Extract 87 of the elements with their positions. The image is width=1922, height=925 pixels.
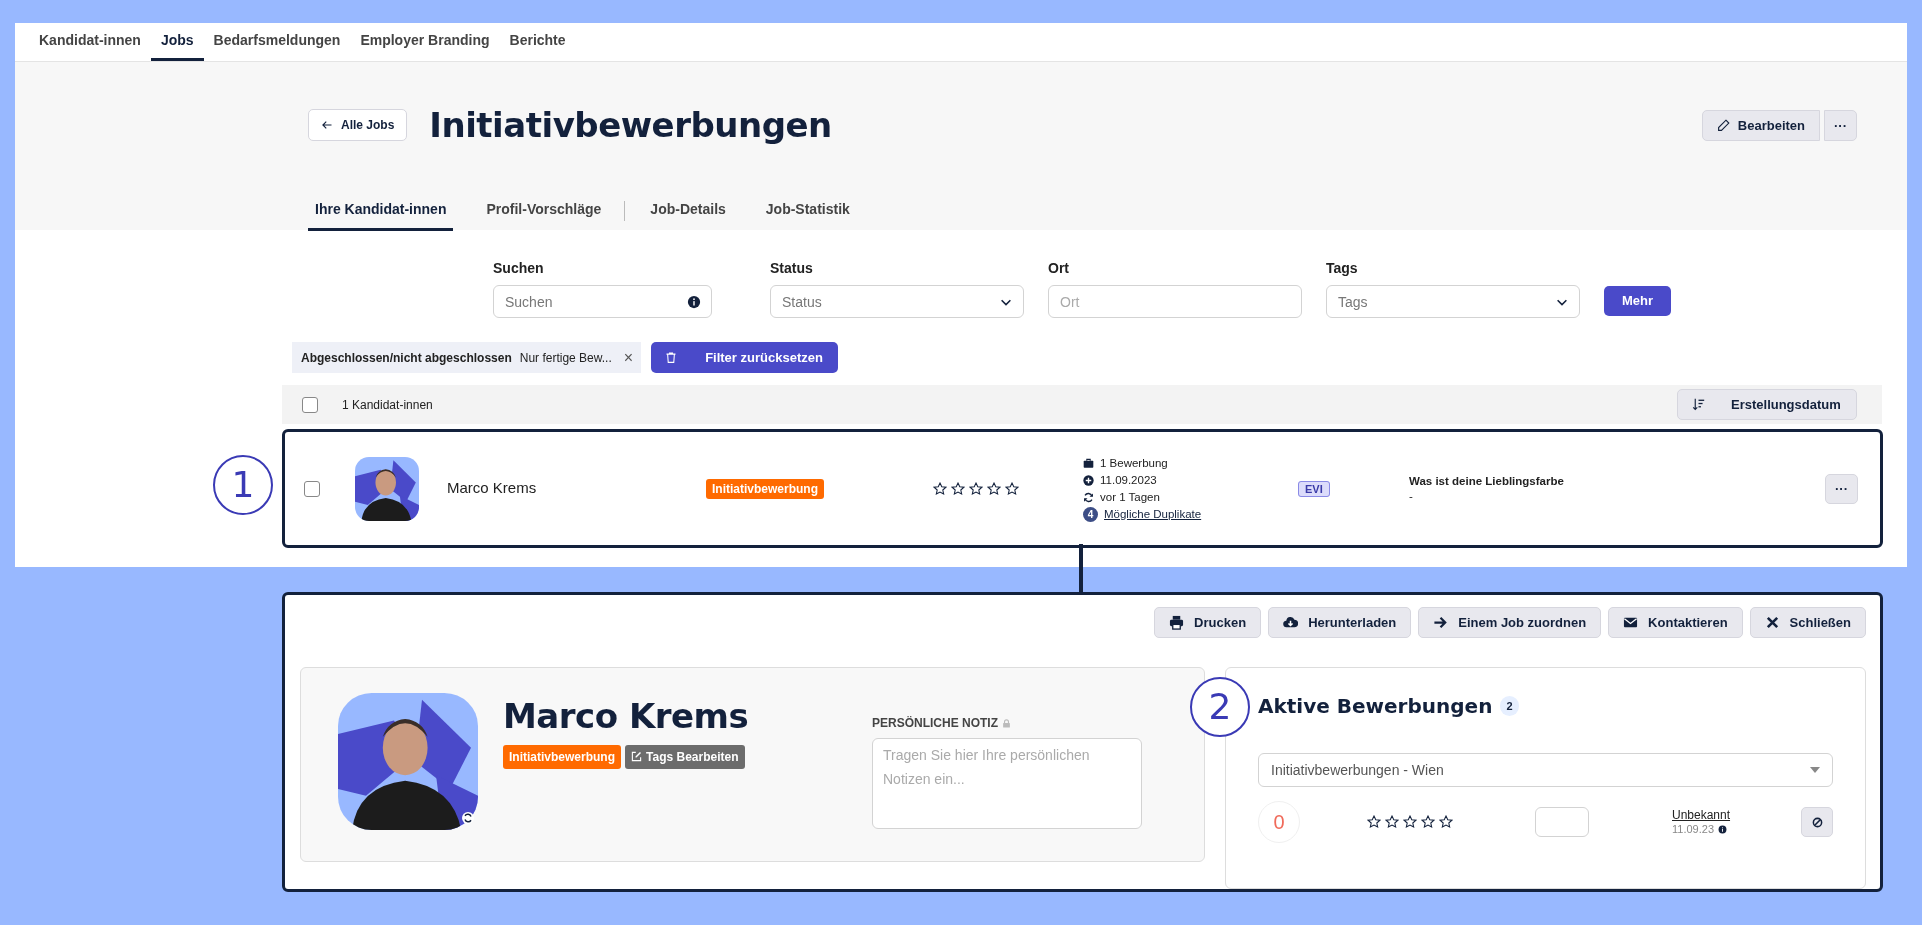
lock-icon bbox=[1002, 718, 1011, 728]
edit-tags-button[interactable]: Tags Bearbeiten bbox=[625, 744, 745, 769]
nav-link[interactable]: Berichte bbox=[499, 23, 576, 61]
candidate-name: Marco Krems bbox=[503, 696, 750, 737]
nav-link[interactable]: Employer Branding bbox=[350, 23, 500, 61]
candidate-row[interactable]: Marco Krems Initiativbewerbung 1 Bewerbung 11.09.2023 vor 1 Tagen 4 Mögliche Duplikate EVI Was ist deine Lieblingsfarbe - ··· bbox=[282, 429, 1883, 548]
star-icon bbox=[933, 481, 947, 496]
select-field[interactable]: Status bbox=[770, 285, 1024, 318]
action-button[interactable]: Kontaktieren bbox=[1608, 607, 1743, 638]
field-label: Tags bbox=[1326, 259, 1359, 278]
info-icon bbox=[1718, 824, 1727, 834]
sort-button[interactable]: Erstellungsdatum bbox=[1677, 389, 1857, 420]
sync-icon bbox=[462, 812, 474, 824]
duplicate-count: 4 bbox=[1083, 506, 1098, 522]
search-field[interactable]: Suchen bbox=[493, 285, 712, 318]
refresh-icon bbox=[1083, 491, 1094, 503]
field-label: Suchen bbox=[493, 259, 545, 278]
input-field[interactable] bbox=[1535, 807, 1589, 837]
arrow-left-icon bbox=[321, 119, 333, 132]
back-button[interactable]: Alle Jobs bbox=[308, 109, 408, 142]
more-filters-button[interactable]: Mehr bbox=[1604, 286, 1672, 316]
section-title: Aktive Bewerbungen bbox=[1258, 694, 1493, 718]
input-field[interactable]: Ort bbox=[1048, 285, 1302, 318]
action-button[interactable]: Drucken bbox=[1154, 607, 1262, 638]
select-all-checkbox[interactable] bbox=[302, 396, 318, 413]
action-button[interactable]: Schließen bbox=[1749, 607, 1866, 638]
field-label: Status bbox=[770, 259, 814, 278]
edit-button[interactable]: Bearbeiten bbox=[1701, 109, 1820, 141]
page-title: Initiativbewerbungen bbox=[429, 105, 832, 146]
select-field[interactable]: Tags bbox=[1326, 285, 1580, 318]
nav-link[interactable]: Kandidat-innen bbox=[29, 23, 151, 61]
cloud-download-icon bbox=[1283, 615, 1299, 630]
count-badge: 2 bbox=[1500, 695, 1519, 717]
source-badge: EVI bbox=[1298, 481, 1330, 497]
plus-circle-icon bbox=[1083, 474, 1094, 486]
trash-icon bbox=[665, 351, 678, 364]
printer-icon bbox=[1169, 615, 1185, 630]
job-select[interactable]: Initiativbewerbungen - Wien bbox=[1258, 753, 1833, 787]
tab[interactable]: Job-Details bbox=[643, 198, 733, 231]
tab[interactable]: Profil-Vorschläge bbox=[479, 198, 609, 231]
envelope-icon bbox=[1623, 615, 1639, 630]
star-icon bbox=[1421, 815, 1435, 829]
tab[interactable]: Job-Statistik bbox=[758, 198, 857, 231]
arrow-right-icon bbox=[1433, 615, 1449, 630]
remove-filter-button[interactable]: × bbox=[623, 349, 634, 366]
tag: Initiativbewerbung bbox=[706, 479, 824, 499]
answer-text: - bbox=[1409, 488, 1414, 504]
question-text: Was ist deine Lieblingsfarbe bbox=[1409, 473, 1564, 489]
ban-icon bbox=[1811, 816, 1823, 828]
star-icon bbox=[969, 481, 983, 496]
star-icon bbox=[1439, 815, 1453, 829]
application-count: 1 Bewerbung bbox=[1100, 455, 1168, 471]
note-label: PERSÖNLICHE NOTIZ bbox=[872, 715, 998, 732]
star-icon bbox=[1367, 815, 1381, 829]
duplicates-link[interactable]: Mögliche Duplikate bbox=[1104, 505, 1202, 523]
info-icon bbox=[687, 295, 701, 309]
reset-filter-button[interactable]: Filter zurücksetzen bbox=[651, 342, 839, 373]
filter-value: Nur fertige Bew... bbox=[519, 349, 612, 367]
filter-name: Abgeschlossen/nicht abgeschlossen bbox=[301, 349, 512, 367]
star-icon bbox=[951, 481, 965, 496]
action-button[interactable]: Einem Job zuordnen bbox=[1418, 607, 1602, 638]
candidate-name: Marco Krems bbox=[447, 478, 538, 499]
tag: Initiativbewerbung bbox=[503, 744, 621, 769]
sort-icon bbox=[1692, 398, 1705, 411]
row-checkbox[interactable] bbox=[304, 480, 320, 497]
star-icon bbox=[1385, 815, 1399, 829]
briefcase-icon bbox=[1083, 457, 1094, 469]
star-icon bbox=[1005, 481, 1019, 496]
reject-button[interactable] bbox=[1801, 807, 1833, 837]
application-date: 11.09.23 bbox=[1672, 822, 1714, 836]
more-button[interactable]: ··· bbox=[1824, 109, 1857, 141]
tab[interactable]: Ihre Kandidat-innen bbox=[308, 198, 454, 231]
nav-link[interactable]: Bedarfsmeldungen bbox=[203, 23, 351, 61]
close-icon bbox=[1764, 615, 1780, 630]
created-date: 11.09.2023 bbox=[1100, 472, 1157, 488]
updated-time: vor 1 Tagen bbox=[1100, 489, 1160, 505]
edit-icon bbox=[631, 751, 642, 763]
caret-icon bbox=[1810, 767, 1820, 773]
action-button[interactable]: Herunterladen bbox=[1268, 607, 1412, 638]
pencil-icon bbox=[1716, 118, 1730, 132]
status-link[interactable]: Unbekannt bbox=[1672, 808, 1731, 822]
more-button[interactable]: ··· bbox=[1825, 473, 1858, 504]
star-icon bbox=[987, 481, 1001, 496]
star-icon bbox=[1403, 815, 1417, 829]
candidate-count: 1 Kandidat-innen bbox=[342, 396, 433, 414]
field-label: Ort bbox=[1048, 259, 1070, 278]
note-field[interactable]: Tragen Sie hier Ihre persönlichen Notizen ein... bbox=[872, 738, 1142, 829]
